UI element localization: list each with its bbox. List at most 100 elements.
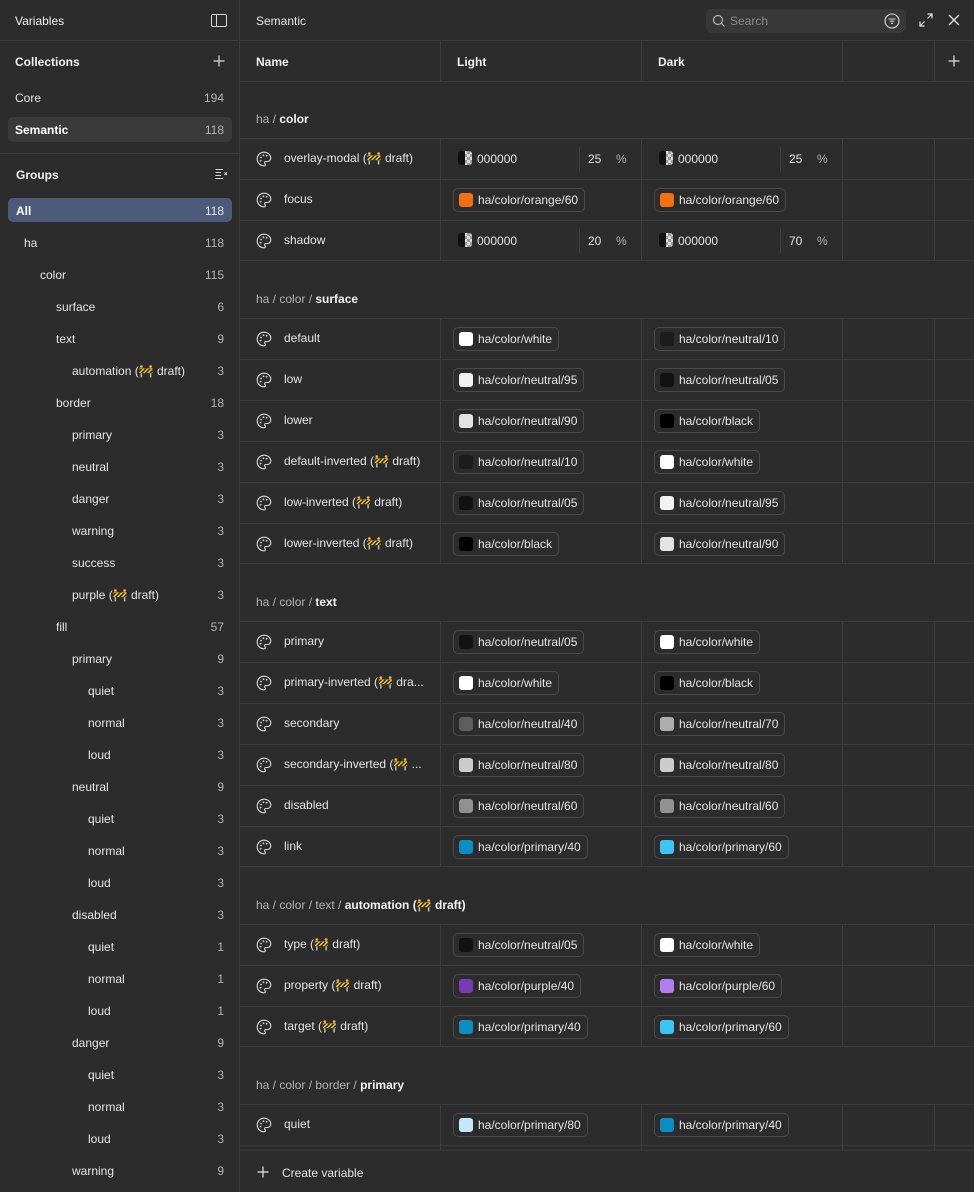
variable-name[interactable]: primary-inverted (🚧 dra... (284, 675, 430, 689)
group-item[interactable]: quiet 3 (8, 806, 232, 830)
variable-row[interactable]: primary-inverted (🚧 dra... ha/color/white… (240, 662, 974, 703)
group-item[interactable]: primary 9 (8, 646, 232, 670)
group-item[interactable]: quiet 3 (8, 1062, 232, 1086)
group-item[interactable]: surface 6 (8, 294, 232, 318)
variable-name[interactable]: secondary-inverted (🚧 ... (284, 757, 430, 771)
alias-chip[interactable]: ha/color/neutral/70 (654, 712, 786, 736)
group-item[interactable]: normal 3 (8, 838, 232, 862)
variable-name[interactable]: focus (284, 192, 430, 206)
variable-row[interactable]: lower-inverted (🚧 draft) ha/color/black ha… (240, 523, 974, 564)
group-item[interactable]: automation (🚧 draft) 3 (8, 358, 232, 382)
alias-chip[interactable]: ha/color/neutral/05 (453, 933, 585, 957)
group-item[interactable]: danger 3 (8, 486, 232, 510)
alias-chip[interactable]: ha/color/primary/80 (453, 1113, 588, 1137)
group-item[interactable]: danger 9 (8, 1030, 232, 1054)
opacity-value[interactable]: 70 (789, 234, 802, 248)
alias-chip[interactable]: ha/color/white (654, 933, 761, 957)
variable-name[interactable]: overlay-modal (🚧 draft) (284, 151, 430, 165)
alias-chip[interactable]: ha/color/neutral/80 (654, 753, 786, 777)
column-header-dark[interactable]: Dark (658, 55, 685, 69)
variable-row[interactable]: link ha/color/primary/40 ha/color/primary/… (240, 826, 974, 867)
group-item[interactable]: ha 118 (8, 230, 232, 254)
alias-chip[interactable]: ha/color/neutral/05 (453, 630, 585, 654)
variable-name[interactable]: secondary (284, 716, 430, 730)
group-item[interactable]: normal 3 (8, 1094, 232, 1118)
group-item[interactable]: All 118 (8, 198, 232, 222)
group-item[interactable]: fill 57 (8, 614, 232, 638)
variable-row[interactable]: primary ha/color/neutral/05 ha/color/white (240, 621, 974, 662)
group-item[interactable]: neutral 9 (8, 774, 232, 798)
variable-name[interactable]: low-inverted (🚧 draft) (284, 495, 430, 509)
color-value-field[interactable]: 000000 20% (453, 229, 633, 253)
group-item[interactable]: success 3 (8, 550, 232, 574)
opacity-value[interactable]: 25 (789, 152, 802, 166)
variable-row[interactable]: secondary-inverted (🚧 ... ha/color/neutra… (240, 744, 974, 785)
filter-icon[interactable] (884, 13, 900, 29)
close-icon[interactable] (947, 13, 961, 27)
sort-groups-icon[interactable] (215, 168, 228, 180)
variable-name[interactable]: lower-inverted (🚧 draft) (284, 536, 430, 550)
variable-row[interactable]: quiet ha/color/primary/80 ha/color/primary… (240, 1104, 974, 1145)
alias-chip[interactable]: ha/color/primary/40 (654, 1113, 789, 1137)
alias-chip[interactable]: ha/color/neutral/05 (453, 491, 585, 515)
alias-chip[interactable]: ha/color/neutral/90 (654, 532, 786, 556)
group-item[interactable]: disabled 3 (8, 902, 232, 926)
variable-row[interactable]: shadow 000000 20% 000000 70% (240, 220, 974, 261)
alias-chip[interactable]: ha/color/neutral/60 (654, 794, 786, 818)
alias-chip[interactable]: ha/color/neutral/10 (654, 327, 786, 351)
variable-name[interactable]: disabled (284, 798, 430, 812)
opacity-value[interactable]: 20 (588, 234, 601, 248)
alias-chip[interactable]: ha/color/neutral/95 (453, 368, 585, 392)
group-item[interactable]: purple (🚧 draft) 3 (8, 582, 232, 606)
alias-chip[interactable]: ha/color/neutral/95 (654, 491, 786, 515)
group-item[interactable]: normal 3 (8, 710, 232, 734)
variable-name[interactable]: default-inverted (🚧 draft) (284, 454, 430, 468)
variable-row[interactable]: lower ha/color/neutral/90 ha/color/black (240, 400, 974, 441)
group-item[interactable]: loud 3 (8, 742, 232, 766)
collection-item-semantic[interactable]: Semantic 118 (8, 117, 232, 142)
alias-chip[interactable]: ha/color/black (453, 532, 560, 556)
variable-row[interactable]: default-inverted (🚧 draft) ha/color/neutr… (240, 441, 974, 482)
alias-chip[interactable]: ha/color/orange/60 (654, 188, 787, 212)
variable-name[interactable]: primary (284, 634, 430, 648)
alias-chip[interactable]: ha/color/primary/40 (453, 1015, 588, 1039)
variable-row[interactable]: focus ha/color/orange/60 ha/color/orange/6… (240, 179, 974, 220)
add-mode-icon[interactable] (948, 55, 960, 67)
expand-icon[interactable] (919, 13, 933, 27)
alias-chip[interactable]: ha/color/white (654, 630, 761, 654)
variable-row[interactable]: low-inverted (🚧 draft) ha/color/neutral/0… (240, 482, 974, 523)
alias-chip[interactable]: ha/color/neutral/60 (453, 794, 585, 818)
alias-chip[interactable]: ha/color/purple/60 (654, 974, 783, 998)
variable-row[interactable]: disabled ha/color/neutral/60 ha/color/neut… (240, 785, 974, 826)
alias-chip[interactable]: ha/color/white (453, 327, 560, 351)
alias-chip[interactable]: ha/color/neutral/05 (654, 368, 786, 392)
group-item[interactable]: loud 1 (8, 998, 232, 1022)
toggle-sidebar-icon[interactable] (211, 14, 227, 27)
group-item[interactable]: primary 3 (8, 422, 232, 446)
alias-chip[interactable]: ha/color/white (453, 671, 560, 695)
variable-name[interactable]: target (🚧 draft) (284, 1019, 430, 1033)
variable-name[interactable]: default (284, 331, 430, 345)
color-value-field[interactable]: 000000 25% (654, 147, 834, 171)
group-item[interactable]: warning 9 (8, 1158, 232, 1182)
alias-chip[interactable]: ha/color/primary/60 (654, 1015, 789, 1039)
alias-chip[interactable]: ha/color/black (654, 671, 761, 695)
create-variable-button[interactable]: Create variable (282, 1166, 363, 1180)
color-value-field[interactable]: 000000 70% (654, 229, 834, 253)
group-item[interactable]: neutral 3 (8, 454, 232, 478)
group-item[interactable]: quiet 1 (8, 934, 232, 958)
color-value-field[interactable]: 000000 25% (453, 147, 633, 171)
search-input[interactable] (730, 9, 880, 33)
plus-icon[interactable] (257, 1166, 269, 1178)
alias-chip[interactable]: ha/color/black (654, 409, 761, 433)
variable-name[interactable]: property (🚧 draft) (284, 978, 430, 992)
column-header-light[interactable]: Light (457, 55, 486, 69)
search-box[interactable] (706, 9, 906, 33)
variable-name[interactable]: type (🚧 draft) (284, 937, 430, 951)
variable-name[interactable]: low (284, 372, 430, 386)
variable-row[interactable]: low ha/color/neutral/95 ha/color/neutral/0… (240, 359, 974, 400)
variable-row[interactable]: overlay-modal (🚧 draft) 000000 25% 000000 25… (240, 138, 974, 179)
variable-name[interactable]: quiet (284, 1117, 430, 1131)
group-item[interactable]: color 115 (8, 262, 232, 286)
opacity-value[interactable]: 25 (588, 152, 601, 166)
